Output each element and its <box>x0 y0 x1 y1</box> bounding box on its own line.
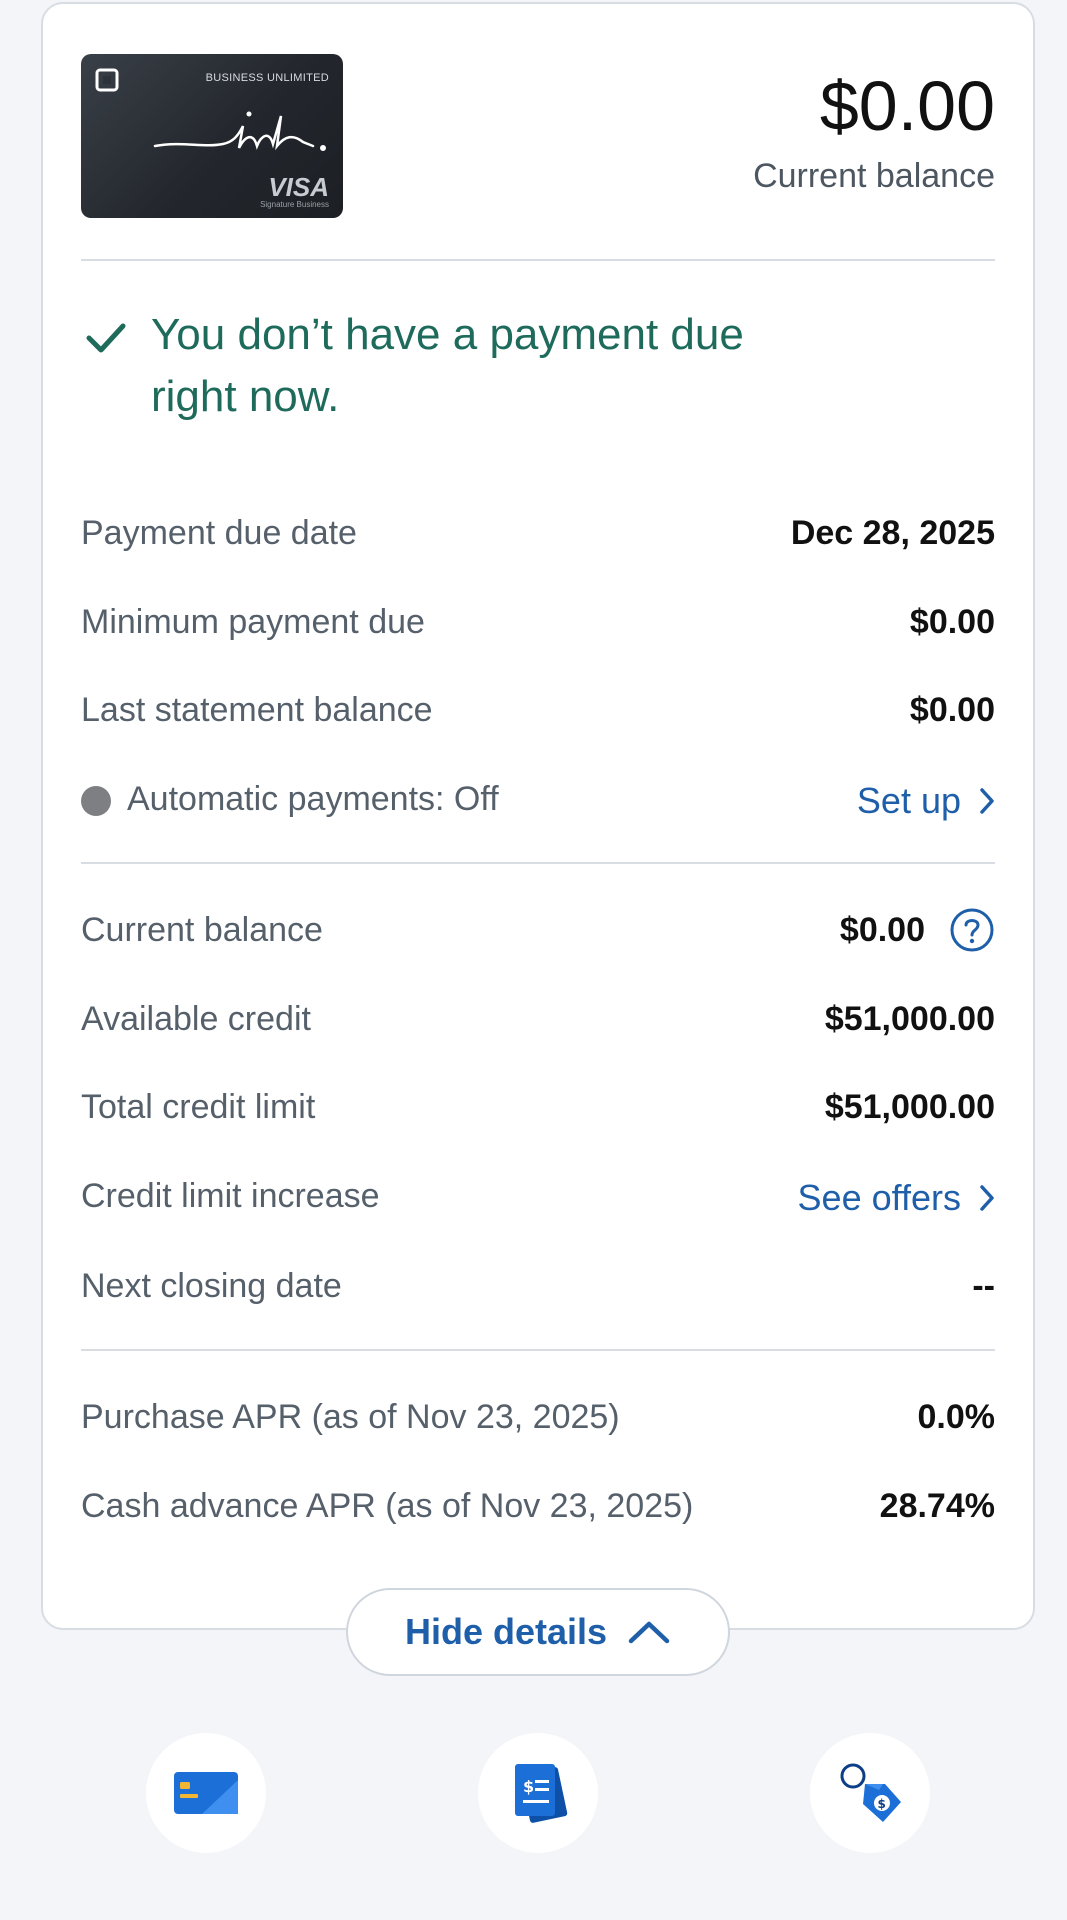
row-label: Total credit limit <box>81 1088 316 1126</box>
payment-due-date-row: Payment due date Dec 28, 2025 <box>81 504 995 564</box>
chevron-right-icon <box>980 788 994 814</box>
card-action-button[interactable] <box>146 1733 266 1853</box>
row-value: 0.0% <box>917 1398 996 1436</box>
minimum-payment-row: Minimum payment due $0.00 <box>81 593 995 653</box>
row-value: $51,000.00 <box>824 1000 995 1038</box>
statement-document-icon: $ <box>515 1764 568 1823</box>
next-closing-date-row: Next closing date -- <box>81 1257 995 1317</box>
svg-text:$: $ <box>523 1777 534 1796</box>
last-statement-balance-row: Last statement balance $0.00 <box>81 681 995 741</box>
credit-card-image: BUSINESS UNLIMITED VISA Signature Busine… <box>81 54 343 218</box>
price-tag-offer-icon: $ <box>840 1763 901 1822</box>
svg-text:$: $ <box>878 1797 886 1811</box>
header-balance-amount: $0.00 <box>819 67 995 145</box>
hide-details-button[interactable]: Hide details <box>346 1588 730 1676</box>
divider <box>81 1349 995 1351</box>
credit-limit-increase-row: Credit limit increase See offers <box>81 1167 995 1227</box>
row-label: Cash advance APR (as of Nov 23, 2025) <box>81 1487 694 1525</box>
status-dot-icon <box>81 786 111 817</box>
see-offers-link[interactable]: See offers <box>798 1177 995 1219</box>
row-value: Dec 28, 2025 <box>790 514 995 552</box>
available-credit-row: Available credit $51,000.00 <box>81 990 995 1050</box>
purchase-apr-row: Purchase APR (as of Nov 23, 2025) 0.0% <box>81 1388 995 1448</box>
row-value: -- <box>972 1267 995 1305</box>
divider <box>81 259 995 261</box>
row-value: 28.74% <box>879 1487 995 1525</box>
row-value: $0.00 <box>839 911 925 949</box>
row-label: Current balance <box>81 911 323 949</box>
account-summary-card: BUSINESS UNLIMITED VISA Signature Busine… <box>41 2 1035 1630</box>
statement-action-button[interactable]: $ <box>478 1733 598 1853</box>
card-tier-text: Signature Business <box>260 200 329 209</box>
autopay-status: Automatic payments: Off <box>81 780 499 819</box>
row-value: $51,000.00 <box>824 1088 995 1126</box>
row-value: $0.00 <box>909 691 995 729</box>
row-label: Available credit <box>81 1000 311 1038</box>
row-label: Next closing date <box>81 1267 342 1305</box>
row-label: Payment due date <box>81 514 357 552</box>
set-up-autopay-link[interactable]: Set up <box>857 780 995 822</box>
visa-brand-text: VISA <box>268 172 329 202</box>
chase-logo-icon <box>95 68 119 92</box>
current-balance-row: Current balance $0.00 <box>81 901 995 961</box>
row-label: Minimum payment due <box>81 603 425 641</box>
set-up-link-label: Set up <box>856 780 961 821</box>
cash-advance-apr-row: Cash advance APR (as of Nov 23, 2025) 28… <box>81 1477 995 1537</box>
checkmark-icon <box>86 323 126 353</box>
card-product-text: BUSINESS UNLIMITED <box>205 72 329 84</box>
row-label: Credit limit increase <box>81 1177 380 1215</box>
help-question-icon[interactable] <box>949 907 995 953</box>
automatic-payments-row: Automatic payments: Off Set up <box>81 770 995 830</box>
ink-script-logo <box>153 111 326 151</box>
row-label: Last statement balance <box>81 691 433 729</box>
hide-details-label: Hide details <box>404 1611 608 1652</box>
divider <box>81 862 995 864</box>
row-value: $0.00 <box>909 603 995 641</box>
credit-card-icon <box>174 1772 238 1814</box>
total-credit-limit-row: Total credit limit $51,000.00 <box>81 1078 995 1138</box>
autopay-label: Automatic payments: Off <box>127 780 499 818</box>
no-payment-due-message: You don’t have a payment due right now. <box>151 310 744 421</box>
row-label: Purchase APR (as of Nov 23, 2025) <box>81 1398 620 1436</box>
offers-action-button[interactable]: $ <box>810 1733 930 1853</box>
header-balance-label: Current balance <box>753 157 995 195</box>
chevron-right-icon <box>980 1185 994 1211</box>
see-offers-label: See offers <box>797 1177 961 1218</box>
chevron-up-icon <box>628 1621 670 1644</box>
